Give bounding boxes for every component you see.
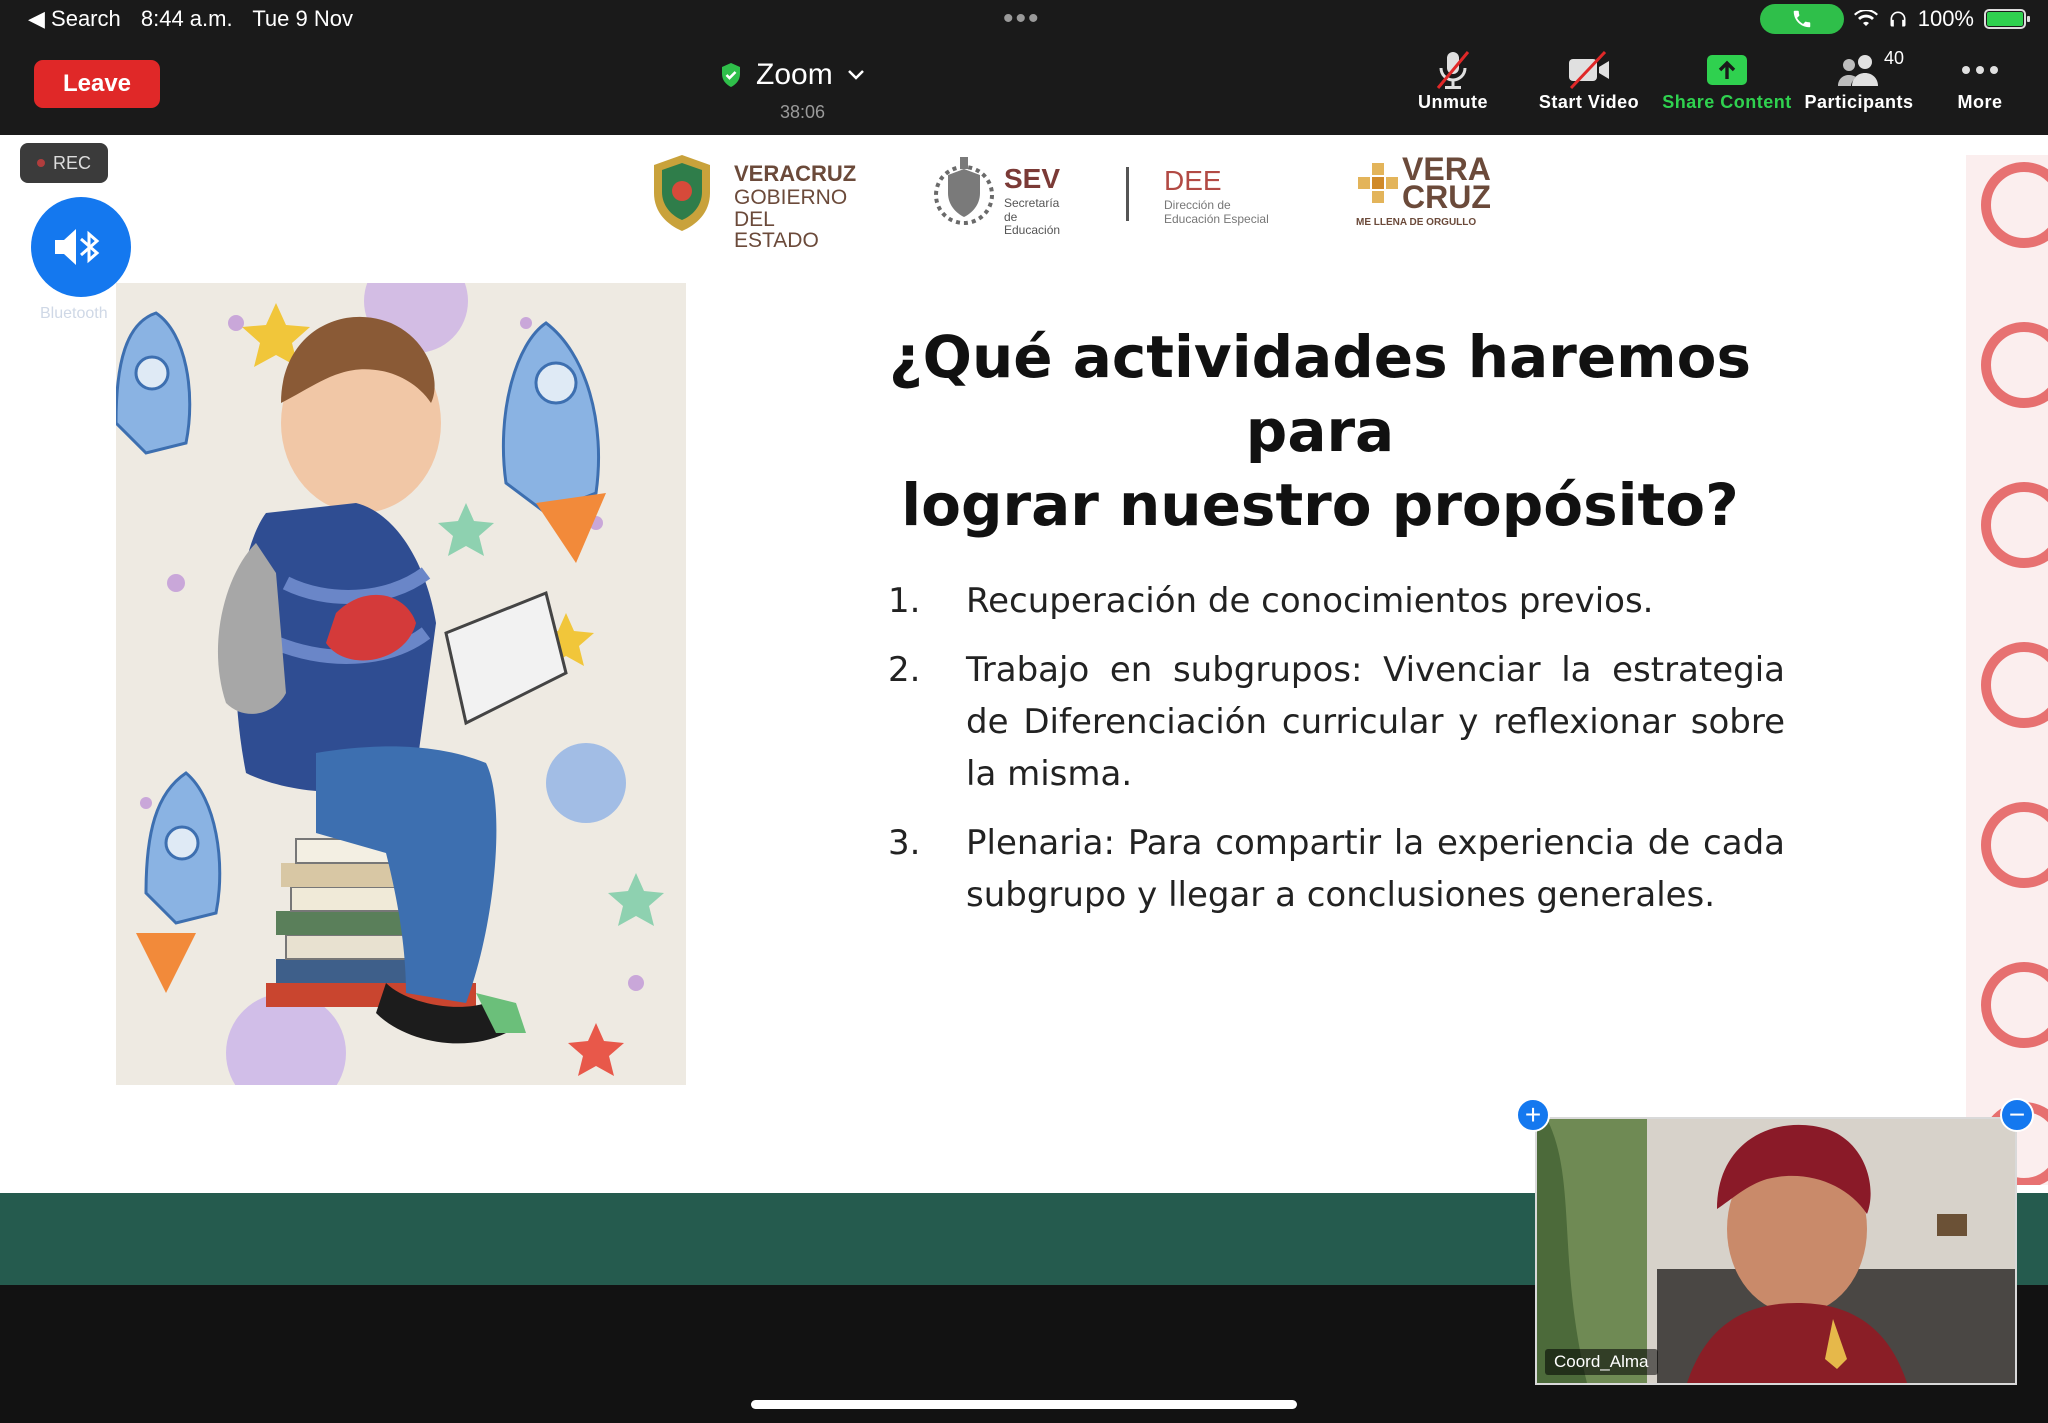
veracruz-coat-of-arms-icon xyxy=(654,155,710,231)
share-arrow-icon xyxy=(1707,55,1747,85)
slide-title-line2: lograr nuestro propósito? xyxy=(901,471,1739,539)
share-content-button[interactable]: Share Content xyxy=(1662,48,1792,113)
list-item: 2. Trabajo en subgrupos: Vivenciar la es… xyxy=(880,644,1785,800)
participant-name: Coord_Alma xyxy=(1545,1349,1658,1375)
vera-cruz-knot-icon xyxy=(1358,163,1398,203)
logo-dee-line1: Dirección de xyxy=(1164,198,1231,212)
multitasking-dots-icon[interactable]: ••• xyxy=(1003,2,1041,36)
start-video-button[interactable]: Start Video xyxy=(1534,48,1644,113)
sev-emblem-icon xyxy=(934,157,994,225)
list-item-text: Trabajo en subgrupos: Vivenciar la estra… xyxy=(966,650,1785,794)
unmute-button[interactable]: Unmute xyxy=(1408,48,1498,113)
phone-icon xyxy=(1793,10,1810,28)
logo-veracruz-line3: DEL ESTADO xyxy=(734,208,819,252)
record-dot-icon xyxy=(36,159,45,167)
ios-status-bar: ◀ Search 8:44 a.m. Tue 9 Nov ••• 100% xyxy=(0,0,2048,40)
status-date: Tue 9 Nov xyxy=(252,6,353,31)
battery-icon xyxy=(1984,9,2030,29)
start-video-label: Start Video xyxy=(1538,92,1640,112)
leave-button[interactable]: Leave xyxy=(34,60,160,108)
meeting-timer: 38:06 xyxy=(780,102,826,122)
logo-dee-line2: Educación Especial xyxy=(1164,212,1269,226)
meeting-toolbar: Leave Zoom 38:06 Unmute Start Video Shar… xyxy=(0,40,2048,135)
decorative-side-pattern xyxy=(1966,155,2048,1185)
participants-icon xyxy=(1838,55,1878,86)
slide-title-line1: ¿Qué actividades haremos para xyxy=(889,323,1751,465)
list-item-number: 3. xyxy=(888,823,921,863)
back-to-search-link[interactable]: ◀ Search xyxy=(28,6,121,31)
participant-video-thumbnail[interactable]: Coord_Alma xyxy=(1535,1117,2017,1385)
more-dots-icon xyxy=(1962,66,1998,74)
participant-count: 40 xyxy=(1884,48,1905,68)
rec-label: REC xyxy=(52,152,91,173)
shared-slide[interactable]: VERACRUZ GOBIERNO DEL ESTADO SEV Secreta… xyxy=(0,135,2048,1285)
list-item: 3. Plenaria: Para compartir la experienc… xyxy=(880,817,1785,921)
unmute-label: Unmute xyxy=(1418,92,1488,112)
headphones-icon xyxy=(1890,11,1906,27)
share-content-label: Share Content xyxy=(1662,92,1792,112)
active-call-indicator[interactable] xyxy=(1759,4,1844,34)
list-item-number: 1. xyxy=(888,581,921,621)
meeting-title: Zoom xyxy=(756,58,833,91)
logo-veracruz-line1: VERACRUZ xyxy=(734,161,857,186)
participants-label: Participants xyxy=(1804,92,1914,112)
meeting-info-dropdown[interactable]: Zoom xyxy=(720,58,865,92)
list-item-text: Plenaria: Para compartir la experiencia … xyxy=(966,823,1785,915)
status-right: 100% xyxy=(1759,4,2030,34)
activity-list: 1. Recuperación de conocimientos previos… xyxy=(880,575,1785,938)
battery-level xyxy=(1987,12,2023,26)
shield-check-icon xyxy=(722,63,740,87)
logo-cruz: CRUZ xyxy=(1402,179,1491,215)
pip-expand-button[interactable]: + xyxy=(1516,1098,1550,1132)
child-reading-illustration xyxy=(116,283,686,1085)
status-time: 8:44 a.m. xyxy=(140,6,233,31)
slide-title: ¿Qué actividades haremos para lograr nue… xyxy=(840,320,1800,542)
audio-output-button[interactable] xyxy=(31,197,131,297)
video-camera-off-icon xyxy=(1569,50,1609,90)
home-indicator[interactable] xyxy=(751,1400,1297,1409)
microphone-muted-icon xyxy=(1436,51,1470,89)
institution-logos: VERACRUZ GOBIERNO DEL ESTADO SEV Secreta… xyxy=(648,151,1491,251)
wifi-icon xyxy=(1853,10,1878,26)
chevron-down-icon xyxy=(847,70,864,80)
status-left: ◀ Search 8:44 a.m. Tue 9 Nov xyxy=(28,6,367,32)
pip-minimize-button[interactable]: − xyxy=(2000,1098,2034,1132)
logo-veracruz-line2: GOBIERNO xyxy=(734,186,848,209)
logo-sev-line1: Secretaría xyxy=(1004,196,1060,210)
more-button[interactable]: More xyxy=(1942,48,2018,113)
logo-sev-line2: de Educación xyxy=(1004,210,1061,237)
participant-video-frame xyxy=(1537,1119,2015,1383)
speaker-bluetooth-icon xyxy=(55,229,100,265)
logo-sev-abbr: SEV xyxy=(1004,163,1061,194)
list-item-number: 2. xyxy=(888,650,921,690)
logo-dee-abbr: DEE xyxy=(1164,165,1222,196)
list-item: 1. Recuperación de conocimientos previos… xyxy=(880,575,1785,627)
more-label: More xyxy=(1957,92,2003,112)
logo-slogan: ME LLENA DE ORGULLO xyxy=(1356,217,1477,228)
list-item-text: Recuperación de conocimientos previos. xyxy=(966,581,1654,621)
battery-percent: 100% xyxy=(1917,6,1974,31)
logo-divider xyxy=(1126,167,1129,221)
recording-indicator[interactable]: REC xyxy=(20,143,108,183)
audio-output-label: Bluetooth xyxy=(40,305,108,322)
